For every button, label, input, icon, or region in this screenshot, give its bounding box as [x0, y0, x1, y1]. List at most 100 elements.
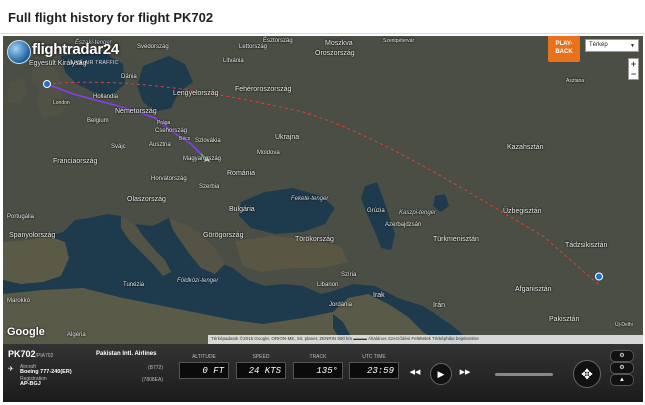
- flight-callsign: /PIA702: [35, 353, 54, 359]
- airplane-icon: ✈: [8, 366, 14, 373]
- label-ukraine: Ukrajna: [275, 134, 300, 141]
- label-saint-petersburg: Szentpétervár: [383, 38, 415, 44]
- label-serbia: Szerbia: [199, 184, 220, 190]
- label-france: Franciaország: [53, 158, 98, 165]
- label-london: London: [53, 100, 70, 106]
- label-poland: Lengyelország: [173, 90, 219, 97]
- label-czech: Csehország: [155, 128, 188, 134]
- rewind-button[interactable]: ◀◀: [408, 366, 422, 380]
- aircraft-info: ✈ Aircraft Boeing 777-240(ER) (B772) Reg…: [8, 364, 163, 388]
- label-russia: Oroszország: [315, 50, 355, 57]
- speed-value: 24 KTS: [236, 362, 286, 379]
- registration-value: AP-BGJ: [20, 381, 41, 387]
- speed-label: SPEED: [252, 354, 270, 360]
- label-latvia: Lettország: [239, 44, 268, 50]
- playback-label-line1: PLAY-: [555, 41, 573, 47]
- logo-name: flightradar24: [32, 41, 119, 58]
- label-afghanistan: Afganisztán: [515, 286, 552, 293]
- playback-button[interactable]: PLAY- BACK: [548, 36, 580, 62]
- settings-mid-button[interactable]: ⚙: [610, 362, 634, 374]
- label-turkmenistan: Türkmenisztán: [433, 236, 479, 243]
- label-tajikistan: Tádzsikisztán: [565, 242, 608, 249]
- page-title: Full flight history for flight PK702: [0, 0, 645, 34]
- destination-marker: [595, 272, 603, 281]
- track-value: 135°: [293, 362, 343, 379]
- pan-control-icon[interactable]: ✥: [573, 360, 601, 388]
- aircraft-type: Boeing 777-240(ER): [20, 369, 72, 375]
- label-netherlands: Hollandia: [93, 94, 119, 100]
- label-lebanon: Libanon: [317, 282, 339, 288]
- aircraft-row: ✈ Aircraft Boeing 777-240(ER) (B772): [8, 364, 163, 376]
- map-attribution[interactable]: Térképadatok ©2015 Google, ORION-ME, Sir…: [208, 335, 643, 344]
- label-astana: Asztana: [566, 78, 585, 84]
- label-georgia: Grúzia: [367, 208, 385, 214]
- globe-icon: [7, 40, 31, 64]
- label-vienna: Bécs: [179, 136, 191, 142]
- label-moscow: Moszkva: [325, 40, 353, 47]
- registration-row: Registration AP-BGJ (7808EA): [8, 376, 163, 388]
- label-new-delhi: Új-Delhi: [615, 322, 633, 328]
- utc-time-value: 23:59: [349, 362, 399, 379]
- speed-stat: SPEED 24 KTS: [236, 354, 286, 379]
- label-iraq: Irak: [373, 292, 385, 299]
- label-black-sea: Fekete-tenger: [291, 196, 329, 202]
- label-pakistan: Pakisztán: [549, 316, 580, 323]
- label-jordan: Jordánia: [329, 302, 353, 308]
- label-morocco: Marokkó: [7, 298, 31, 304]
- playback-label-line2: BACK: [555, 49, 573, 55]
- label-moldova: Moldova: [257, 150, 280, 156]
- zoom-control: + −: [628, 58, 639, 80]
- label-turkey: Törökország: [295, 236, 334, 243]
- label-croatia: Horvátország: [151, 176, 187, 182]
- track-label: TRACK: [309, 354, 327, 360]
- map-background: [3, 36, 643, 344]
- altitude-value: 0 FT: [179, 362, 229, 379]
- label-spain: Spanyolország: [9, 232, 56, 239]
- label-algeria: Algéria: [67, 332, 86, 338]
- zoom-out-button[interactable]: −: [629, 69, 638, 79]
- flight-number: PK702: [8, 349, 36, 359]
- label-slovakia: Szlovákia: [195, 138, 221, 144]
- flight-id: PK702/PIA702: [8, 349, 53, 359]
- flightradar24-logo[interactable]: flightradar24 LIVE AIR TRAFFIC: [7, 40, 135, 70]
- altitude-label: ALTITUDE: [192, 354, 216, 360]
- google-logo: Google: [7, 326, 45, 338]
- label-uzbekistan: Üzbegisztán: [503, 208, 542, 215]
- label-estonia: Észtország: [263, 38, 293, 44]
- label-italy: Olaszország: [127, 196, 166, 203]
- label-iran: Irán: [433, 302, 446, 309]
- play-button[interactable]: ▶: [430, 363, 452, 385]
- aircraft-code: (B772): [147, 365, 163, 371]
- label-hungary: Magyarország: [183, 156, 222, 162]
- label-romania: Románia: [227, 170, 256, 177]
- label-bulgaria: Bulgária: [229, 206, 255, 213]
- fast-forward-button[interactable]: ▶▶: [458, 366, 472, 380]
- label-caspian: Kaszpi-tenger: [399, 210, 437, 216]
- zoom-in-button[interactable]: +: [629, 59, 638, 69]
- origin-marker: [43, 80, 51, 88]
- altitude-stat: ALTITUDE 0 FT: [179, 354, 229, 379]
- label-greece: Görögország: [203, 232, 244, 239]
- label-prague: Prága: [157, 120, 171, 126]
- playback-speed-slider[interactable]: [495, 373, 553, 376]
- label-lithuania: Litvánia: [223, 58, 244, 64]
- label-mediterranean: Földközi-tenger: [177, 278, 219, 284]
- chevron-down-icon: ▼: [630, 43, 635, 49]
- track-stat: TRACK 135°: [293, 354, 343, 379]
- label-tunisia: Tunézia: [123, 282, 145, 288]
- flight-info-bar: PK702/PIA702 Pakistan Intl. Airlines ✈ A…: [3, 344, 643, 402]
- label-syria: Szíria: [341, 272, 357, 278]
- label-belgium: Belgium: [87, 118, 109, 124]
- settings-bottom-button[interactable]: ▲: [610, 374, 634, 386]
- label-azerbaijan: Azerbajdzsán: [385, 222, 422, 228]
- map[interactable]: Északi-tenger Egyesült Királyság London …: [3, 36, 643, 344]
- logo-tagline: LIVE AIR TRAFFIC: [71, 60, 119, 66]
- label-portugal: Portugália: [7, 214, 35, 220]
- label-kazakhstan: Kazahsztán: [507, 144, 544, 151]
- label-germany: Németország: [115, 108, 157, 115]
- label-belarus: Fehéroroszország: [235, 86, 292, 93]
- settings-top-button[interactable]: ⚙: [610, 350, 634, 362]
- label-austria: Ausztria: [149, 142, 171, 148]
- map-type-select[interactable]: Térkép ▼: [585, 39, 639, 52]
- label-switzerland: Svájc: [111, 144, 126, 150]
